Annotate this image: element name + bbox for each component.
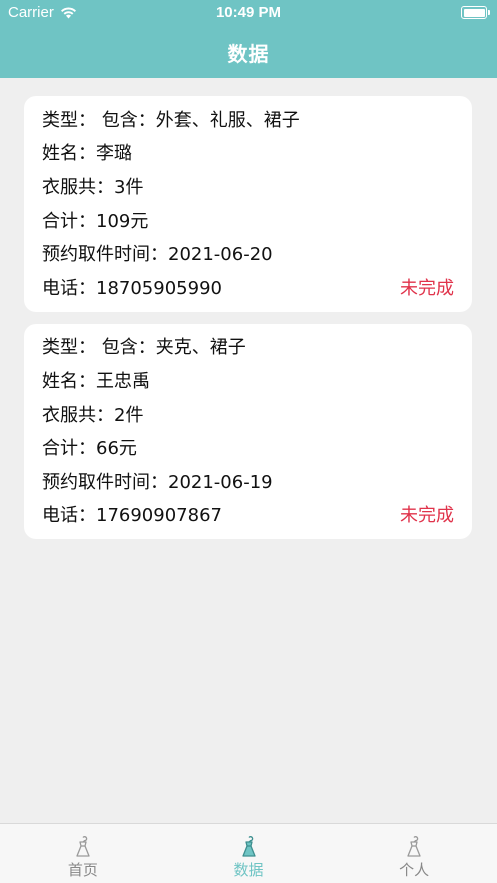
order-clothes-count: 衣服共：3件 bbox=[42, 176, 144, 198]
tab-data[interactable]: 数据 bbox=[166, 824, 332, 883]
order-phone: 电话：17690907867 bbox=[42, 505, 222, 527]
order-card[interactable]: 类型： 包含：外套、礼服、裙子 姓名：李璐 衣服共：3件 合计：109元 预约取… bbox=[24, 96, 472, 312]
order-customer-name: 姓名：王忠禹 bbox=[42, 370, 150, 392]
status-bar: Carrier 10:49 PM bbox=[0, 0, 497, 26]
hanger-dress-icon bbox=[407, 836, 421, 857]
order-card[interactable]: 类型： 包含：夹克、裙子 姓名：王忠禹 衣服共：2件 合计：66元 预约取件时间… bbox=[24, 323, 472, 540]
tab-home[interactable]: 首页 bbox=[0, 824, 166, 883]
tab-data-label: 数据 bbox=[233, 861, 264, 879]
order-total: 合计：109元 bbox=[42, 210, 149, 232]
order-phone: 电话：18705905990 bbox=[42, 277, 222, 299]
order-clothes-count: 衣服共：2件 bbox=[42, 404, 144, 426]
hanger-dress-icon bbox=[241, 836, 256, 857]
tab-bar: 首页 数据 个人 bbox=[0, 823, 497, 883]
order-total: 合计：66元 bbox=[42, 438, 137, 460]
tab-profile-label: 个人 bbox=[399, 861, 430, 879]
hanger-dress-icon bbox=[76, 836, 90, 857]
order-status-badge: 未完成 bbox=[400, 505, 454, 527]
clock: 10:49 PM bbox=[215, 4, 282, 21]
order-status-badge: 未完成 bbox=[400, 277, 454, 299]
order-pickup-time: 预约取件时间：2021-06-19 bbox=[42, 471, 273, 493]
battery-icon bbox=[461, 6, 490, 19]
order-type: 类型： 包含：外套、礼服、裙子 bbox=[42, 109, 300, 131]
order-type: 类型： 包含：夹克、裙子 bbox=[42, 337, 246, 359]
tab-profile[interactable]: 个人 bbox=[331, 824, 497, 883]
navigation-bar: 数据 bbox=[0, 26, 497, 78]
page-title: 数据 bbox=[227, 41, 270, 66]
order-pickup-time: 预约取件时间：2021-06-20 bbox=[42, 244, 273, 266]
tab-home-label: 首页 bbox=[67, 861, 98, 879]
order-list: 类型： 包含：外套、礼服、裙子 姓名：李璐 衣服共：3件 合计：109元 预约取… bbox=[24, 96, 472, 551]
order-customer-name: 姓名：李璐 bbox=[42, 143, 132, 165]
